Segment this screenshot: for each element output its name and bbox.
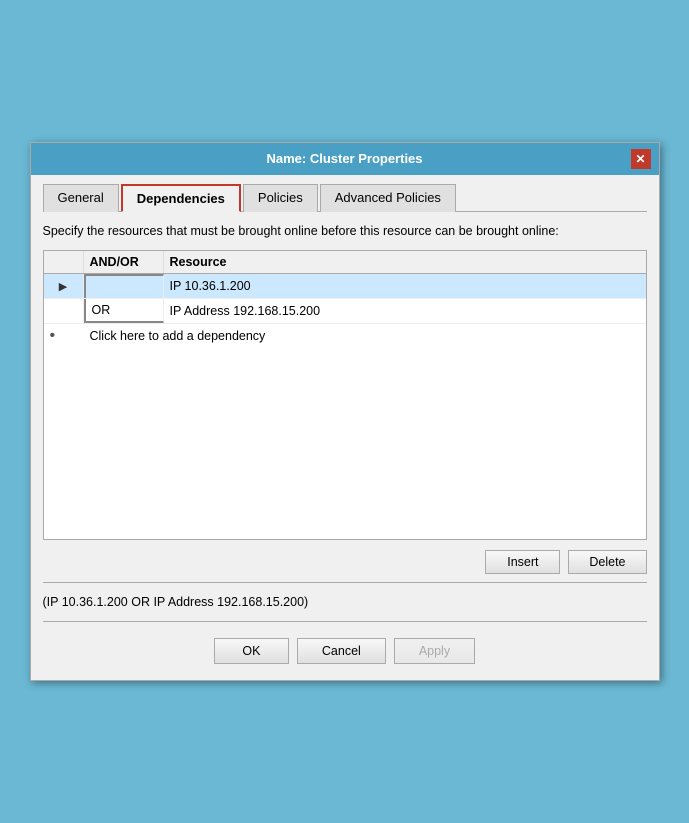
- add-dependency-row[interactable]: • Click here to add a dependency: [44, 324, 646, 348]
- bullet-icon: •: [50, 327, 56, 345]
- description-text: Specify the resources that must be broug…: [43, 222, 647, 241]
- expression-text: (IP 10.36.1.200 OR IP Address 192.168.15…: [43, 591, 647, 613]
- row-indicator-2: [44, 299, 84, 323]
- dependency-table: AND/OR Resource ▶ IP 10.36.1.200 OR IP A…: [43, 250, 647, 540]
- dialog-window: Name: Cluster Properties ✕ General Depen…: [30, 142, 660, 682]
- arrow-icon: ▶: [59, 280, 67, 293]
- tab-advanced-policies[interactable]: Advanced Policies: [320, 184, 456, 212]
- dialog-title: Name: Cluster Properties: [59, 151, 631, 166]
- tabs-container: General Dependencies Policies Advanced P…: [43, 183, 647, 212]
- tab-dependencies[interactable]: Dependencies: [121, 184, 241, 212]
- tab-policies[interactable]: Policies: [243, 184, 318, 212]
- divider-2: [43, 621, 647, 622]
- dialog-body: General Dependencies Policies Advanced P…: [31, 175, 659, 681]
- close-button[interactable]: ✕: [631, 149, 651, 169]
- divider: [43, 582, 647, 583]
- row-and-or-2: OR: [84, 299, 164, 323]
- table-row[interactable]: ▶ IP 10.36.1.200: [44, 274, 646, 299]
- header-indicator: [44, 251, 84, 273]
- row-indicator-1: ▶: [44, 274, 84, 298]
- row-and-or-1: [84, 274, 164, 298]
- table-row[interactable]: OR IP Address 192.168.15.200: [44, 299, 646, 324]
- insert-button[interactable]: Insert: [485, 550, 560, 574]
- footer-buttons: OK Cancel Apply: [43, 630, 647, 668]
- apply-button[interactable]: Apply: [394, 638, 475, 664]
- delete-button[interactable]: Delete: [568, 550, 646, 574]
- tab-general[interactable]: General: [43, 184, 119, 212]
- table-action-buttons: Insert Delete: [43, 550, 647, 574]
- row-resource-2: IP Address 192.168.15.200: [164, 299, 646, 323]
- add-dep-bullet: •: [44, 324, 84, 348]
- row-resource-1: IP 10.36.1.200: [164, 274, 646, 298]
- add-dep-label: Click here to add a dependency: [84, 326, 646, 346]
- header-resource: Resource: [164, 251, 646, 273]
- header-and-or: AND/OR: [84, 251, 164, 273]
- table-header: AND/OR Resource: [44, 251, 646, 274]
- title-bar: Name: Cluster Properties ✕: [31, 143, 659, 175]
- cancel-button[interactable]: Cancel: [297, 638, 386, 664]
- ok-button[interactable]: OK: [214, 638, 289, 664]
